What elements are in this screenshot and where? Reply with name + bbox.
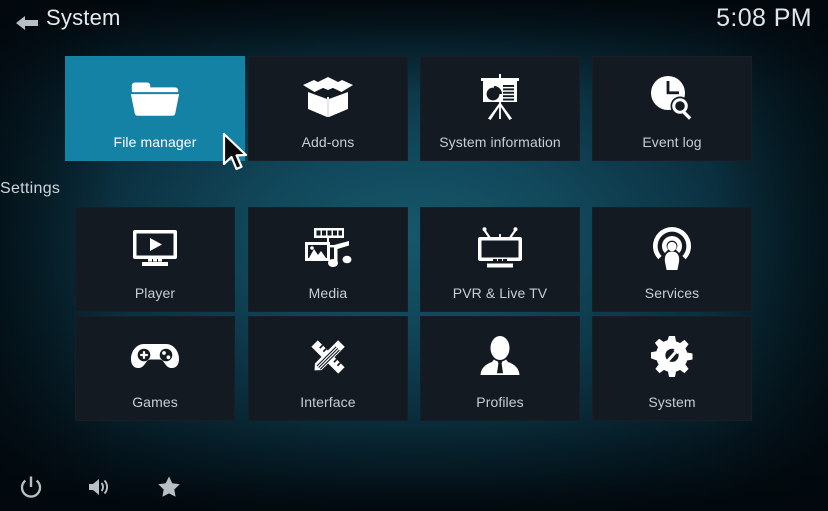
volume-icon — [87, 476, 113, 503]
tile-label: PVR & Live TV — [452, 285, 548, 301]
back-arrow-icon[interactable] — [14, 12, 40, 34]
tile-media[interactable]: Media — [248, 207, 408, 312]
folder-icon — [128, 72, 182, 122]
tile-games[interactable]: Games — [75, 316, 235, 421]
power-icon — [19, 475, 43, 504]
page-title: System — [46, 5, 121, 30]
broadcast-person-icon — [645, 223, 699, 273]
tile-label: Games — [132, 394, 178, 410]
tile-label: System information — [439, 134, 561, 150]
tile-label: Media — [308, 285, 348, 301]
tile-label: Services — [644, 285, 700, 301]
open-box-icon — [301, 72, 355, 122]
monitor-play-icon — [128, 223, 182, 273]
tile-label: Event log — [642, 134, 702, 150]
tile-label: File manager — [113, 134, 197, 150]
star-icon — [157, 475, 181, 503]
gamepad-icon — [128, 332, 182, 382]
tile-interface[interactable]: Interface — [248, 316, 408, 421]
clock-search-icon — [645, 72, 699, 122]
kodi-system-screen: System 5:08 PM File manager Add-ons Syst… — [0, 0, 828, 511]
clock: 5:08 PM — [716, 4, 812, 32]
tv-antenna-icon — [473, 223, 527, 273]
tile-system-information[interactable]: System information — [420, 56, 580, 161]
presentation-chart-icon — [473, 72, 527, 122]
tile-player[interactable]: Player — [75, 207, 235, 312]
tile-event-log[interactable]: Event log — [592, 56, 752, 161]
filmstrip-picture-music-icon — [301, 223, 355, 273]
tile-label: Profiles — [476, 394, 524, 410]
bottom-toolbar — [0, 459, 828, 511]
tile-label: System — [648, 394, 696, 410]
tile-add-ons[interactable]: Add-ons — [248, 56, 408, 161]
tile-pvr-live-tv[interactable]: PVR & Live TV — [420, 207, 580, 312]
gear-screwdriver-icon — [645, 332, 699, 382]
pencil-ruler-icon — [301, 332, 355, 382]
tile-label: Add-ons — [301, 134, 355, 150]
power-button[interactable] — [14, 472, 48, 506]
tile-file-manager[interactable]: File manager — [65, 56, 245, 161]
tile-label: Interface — [300, 394, 356, 410]
header-bar: System 5:08 PM — [0, 0, 828, 48]
tile-label: Player — [134, 285, 176, 301]
favourites-button[interactable] — [152, 472, 186, 506]
tile-services[interactable]: Services — [592, 207, 752, 312]
volume-button[interactable] — [83, 472, 117, 506]
tile-system[interactable]: System — [592, 316, 752, 421]
tile-profiles[interactable]: Profiles — [420, 316, 580, 421]
person-bust-icon — [473, 332, 527, 382]
